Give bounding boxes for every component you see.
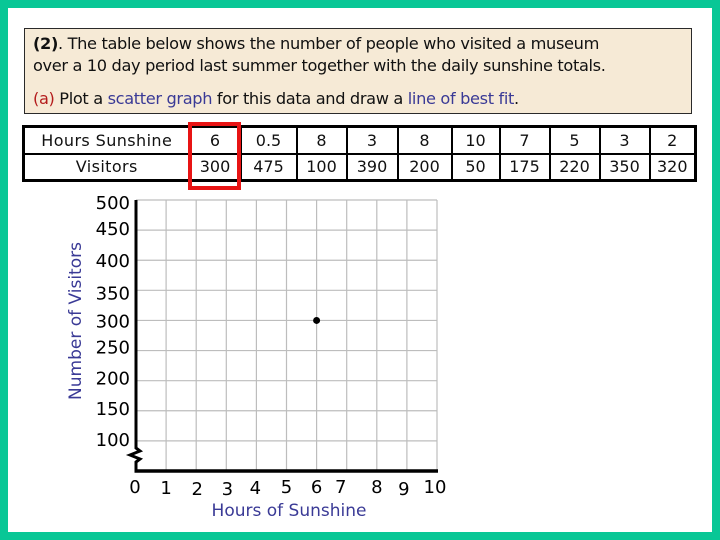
x-tick-label: 6 (311, 477, 322, 498)
y-tick-label: 300 (96, 311, 130, 332)
y-tick-label: 500 (96, 193, 130, 214)
y-axis-line (125, 200, 144, 471)
y-axis-label: Number of Visitors (66, 242, 86, 400)
y-tick-label: 400 (96, 251, 130, 272)
y-tick-label: 250 (96, 338, 130, 359)
x-tick-label: 9 (398, 479, 409, 500)
y-tick-label: 200 (96, 369, 130, 390)
y-tick-label: 350 (96, 283, 130, 304)
x-tick-label: 2 (191, 479, 202, 500)
x-tick-label: 8 (371, 477, 382, 498)
x-tick-label: 7 (335, 477, 346, 498)
x-tick-label: 4 (250, 478, 261, 499)
x-tick-labels: 0 1 2 3 4 5 6 7 8 9 10 (129, 477, 446, 500)
y-tick-label: 150 (96, 399, 130, 420)
grid (136, 199, 438, 471)
axes (125, 200, 438, 473)
scatter-chart: 500 450 400 350 300 250 200 150 100 0 1 2 3 4 5 6 7 8 9 10… (66, 193, 446, 521)
x-tick-label: 3 (222, 479, 233, 500)
data-point (313, 316, 321, 324)
y-tick-label: 100 (96, 430, 130, 451)
x-axis-label: Hours of Sunshine (212, 501, 367, 521)
x-tick-label: 1 (160, 478, 171, 499)
y-tick-label: 450 (96, 219, 130, 240)
data-points (313, 316, 321, 324)
x-tick-label: 10 (424, 477, 447, 498)
x-tick-label: 0 (129, 477, 140, 498)
y-tick-labels: 500 450 400 350 300 250 200 150 100 (96, 193, 130, 451)
x-tick-label: 5 (281, 477, 292, 498)
